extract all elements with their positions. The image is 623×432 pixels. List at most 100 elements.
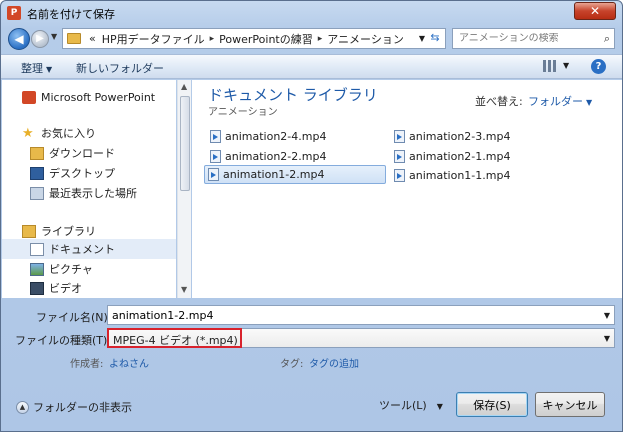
close-button[interactable]: ✕ [574,2,616,20]
scroll-down-icon[interactable]: ▼ [181,285,187,294]
chevron-up-icon: ▲ [16,400,29,414]
tools-label: ツール(L) [379,399,427,412]
scroll-up-icon[interactable]: ▲ [181,82,187,91]
file-item[interactable]: animation2-1.mp4 [391,147,573,166]
address-bar[interactable]: « HP用データファイル ▸ PowerPointの練習 ▸ アニメーション ▼… [62,28,446,49]
desktop-icon [30,166,44,180]
breadcrumb-animation[interactable]: アニメーション [327,31,404,47]
forward-button[interactable]: ▶ [31,30,49,48]
new-folder-button[interactable]: 新しいフォルダー [76,60,164,76]
video-file-icon [394,169,405,182]
refresh-icon[interactable]: ⇆ [427,31,443,46]
file-name: animation2-1.mp4 [409,150,511,163]
tags-add-link[interactable]: タグの追加 [309,355,359,370]
cancel-button[interactable]: キャンセル [535,392,605,417]
breadcrumb-powerpoint-practice[interactable]: PowerPointの練習 [219,31,313,47]
filename-input[interactable] [108,306,614,324]
file-item[interactable]: animation2-3.mp4 [391,127,573,146]
address-row: ◀ ▶ ▼ « HP用データファイル ▸ PowerPointの練習 ▸ アニメ… [1,25,622,53]
library-icon [22,224,36,238]
file-item-selected[interactable]: animation1-2.mp4 [204,165,386,184]
nav-item-label: 最近表示した場所 [49,187,137,200]
recent-places-icon [30,186,44,200]
file-name: animation2-2.mp4 [225,150,327,163]
video-file-icon [394,130,405,143]
breadcrumb-hp-data[interactable]: HP用データファイル [102,31,205,47]
scrollbar-thumb[interactable] [180,96,190,191]
help-icon[interactable]: ? [591,59,606,74]
chevron-down-icon[interactable]: ▼ [604,311,610,320]
search-input[interactable] [459,33,597,44]
address-dropdown-icon[interactable]: ▼ [419,34,425,43]
library-subtitle: アニメーション [208,107,278,118]
hide-folders-label: フォルダーの非表示 [33,401,132,414]
recent-pages-dropdown[interactable]: ▼ [51,32,57,41]
file-list-pane: ドキュメント ライブラリ アニメーション 並べ替え: フォルダー ▼ animat… [192,80,622,298]
file-item[interactable]: animation1-1.mp4 [391,166,573,185]
powerpoint-app-icon: P [7,6,21,20]
command-toolbar: 整理 ▼ 新しいフォルダー ▼ ? [1,54,622,79]
video-file-icon [210,130,221,143]
download-icon [30,146,44,160]
save-button[interactable]: 保存(S) [456,392,528,417]
star-icon: ★ [22,125,34,141]
tags-label: タグ: [280,359,304,370]
chevron-down-icon: ▼ [46,65,53,74]
file-item[interactable]: animation2-2.mp4 [207,147,389,166]
view-options-icon[interactable] [543,60,557,72]
sort-label: 並べ替え: [475,95,523,108]
organize-button[interactable]: 整理 ▼ [21,60,52,76]
nav-item-recent-places[interactable]: 最近表示した場所 [30,183,176,203]
chevron-down-icon: ▼ [436,402,443,411]
nav-item-libraries[interactable]: ライブラリ [22,221,176,241]
documents-icon [30,242,44,256]
chevron-down-icon[interactable]: ▼ [604,334,610,343]
chevron-down-icon: ▼ [586,98,593,107]
breadcrumb-separator-icon[interactable]: ▸ [318,34,323,44]
filename-label: ファイル名(N): [36,311,112,324]
tools-button[interactable]: ツール(L) ▼ [379,397,443,413]
organize-label: 整理 [21,62,43,75]
nav-item-desktop[interactable]: デスクトップ [30,163,176,183]
filetype-highlight-box [107,328,242,348]
back-button[interactable]: ◀ [8,28,30,50]
hide-folders-button[interactable]: ▲ フォルダーの非表示 [16,399,132,415]
nav-item-favorites[interactable]: ★ お気に入り [22,123,176,143]
nav-item-label: Microsoft PowerPoint [41,90,156,104]
file-name: animation2-4.mp4 [225,130,327,143]
view-dropdown-icon[interactable]: ▼ [563,61,569,70]
filename-combobox[interactable]: ▼ [107,305,615,325]
nav-item-videos[interactable]: ビデオ [30,278,176,298]
nav-item-documents[interactable]: ドキュメント [2,239,176,259]
nav-item-downloads[interactable]: ダウンロード [30,143,176,163]
nav-item-label: ピクチャ [49,263,93,276]
nav-item-pictures[interactable]: ピクチャ [30,259,176,279]
powerpoint-icon [22,90,36,104]
file-item[interactable]: animation2-4.mp4 [207,127,389,146]
video-file-icon [208,168,219,181]
file-name: animation1-1.mp4 [409,169,511,182]
video-file-icon [394,150,405,163]
author-value[interactable]: よねさん [109,355,149,370]
library-title: ドキュメント ライブラリ [208,86,378,104]
search-box[interactable]: ⌕ [452,28,615,49]
navigation-pane: Microsoft PowerPoint ★ お気に入り ダウンロード デスクト… [2,80,176,298]
videos-icon [30,281,44,295]
file-name: animation1-2.mp4 [223,168,325,181]
nav-item-label: ライブラリ [41,225,96,238]
video-file-icon [210,150,221,163]
nav-item-powerpoint[interactable]: Microsoft PowerPoint [22,87,176,107]
save-as-dialog: P 名前を付けて保存 ✕ ◀ ▶ ▼ « HP用データファイル ▸ PowerP… [0,0,623,432]
filetype-label: ファイルの種類(T): [15,334,112,347]
title-bar: P 名前を付けて保存 ✕ [1,1,622,25]
sort-value: フォルダー [528,95,583,108]
sort-dropdown[interactable]: フォルダー ▼ [528,93,592,109]
breadcrumb-overflow[interactable]: « [89,32,96,45]
file-name: animation2-3.mp4 [409,130,511,143]
search-icon[interactable]: ⌕ [604,32,610,46]
breadcrumb-separator-icon[interactable]: ▸ [210,34,215,44]
folder-icon [67,33,81,44]
pictures-icon [30,262,44,276]
nav-scrollbar[interactable]: ▲ ▼ [177,80,191,298]
nav-item-label: デスクトップ [49,167,115,180]
